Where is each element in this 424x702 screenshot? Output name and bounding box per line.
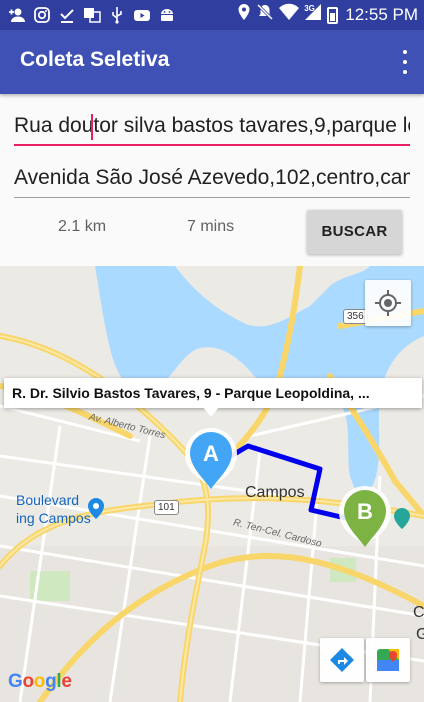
usb-icon [108, 6, 126, 24]
status-notification-icons [8, 4, 176, 26]
youtube-icon [133, 6, 151, 24]
my-location-button[interactable] [365, 280, 411, 326]
map-label-boulevard-line1: Boulevard [16, 492, 80, 508]
signal-icon: 3G [304, 3, 322, 27]
marker-b-letter: B [357, 499, 373, 524]
battery-icon [327, 6, 339, 24]
mute-icon [256, 3, 274, 27]
location-icon [237, 3, 251, 27]
destination-value: Avenida São José Azevedo,102,centro,camp… [14, 166, 410, 189]
open-google-maps-button[interactable] [366, 638, 410, 682]
directions-icon [330, 648, 354, 672]
search-button[interactable]: BUSCAR [307, 210, 402, 254]
network-type: 3G [304, 4, 315, 13]
app-title: Coleta Seletiva [20, 48, 170, 71]
route-form: Rua doutor silva bastos tavares,9,parque… [0, 94, 424, 266]
google-logo: Google [8, 671, 72, 692]
status-bar: 3G 12:55 PM [0, 0, 424, 30]
map-view[interactable]: A B Campos Boulevard ing Campos Av. Albe… [0, 266, 424, 702]
origin-value: Rua doutor silva bastos tavares,9,parque… [14, 114, 410, 137]
status-system-icons: 3G 12:55 PM [237, 3, 418, 27]
info-window-tail [202, 406, 220, 417]
wifi-icon [279, 3, 300, 27]
highway-shield-356: 356 [343, 309, 368, 324]
status-time: 12:55 PM [345, 5, 418, 24]
instagram-icon [33, 6, 51, 24]
my-location-icon [375, 290, 401, 316]
app-bar: Coleta Seletiva [0, 30, 424, 94]
directions-button[interactable] [320, 638, 364, 682]
map-label-c: C [413, 604, 424, 621]
marker-a-letter: A [203, 441, 219, 466]
map-label-campos: Campos [245, 484, 305, 501]
text-cursor [91, 114, 93, 140]
map-label-boulevard: Boulevard ing Campos [16, 491, 91, 527]
highway-shield-101: 101 [154, 500, 179, 515]
more-vert-icon[interactable] [400, 50, 410, 74]
origin-input[interactable]: Rua doutor silva bastos tavares,9,parque… [14, 106, 410, 146]
add-person-icon [8, 6, 26, 24]
google-maps-icon [377, 649, 399, 671]
android-icon [158, 6, 176, 24]
destination-input[interactable]: Avenida São José Azevedo,102,centro,camp… [14, 158, 410, 198]
map-label-g: G [416, 626, 424, 643]
map-canvas: A B [0, 266, 424, 702]
distance-text: 2.1 km [58, 218, 107, 235]
map-label-boulevard-line2: ing Campos [16, 510, 91, 526]
info-window[interactable]: R. Dr. Silvio Bastos Tavares, 9 - Parque… [4, 378, 422, 408]
translate-icon [83, 6, 101, 24]
download-done-icon [58, 6, 76, 24]
duration-text: 7 mins [187, 218, 235, 235]
